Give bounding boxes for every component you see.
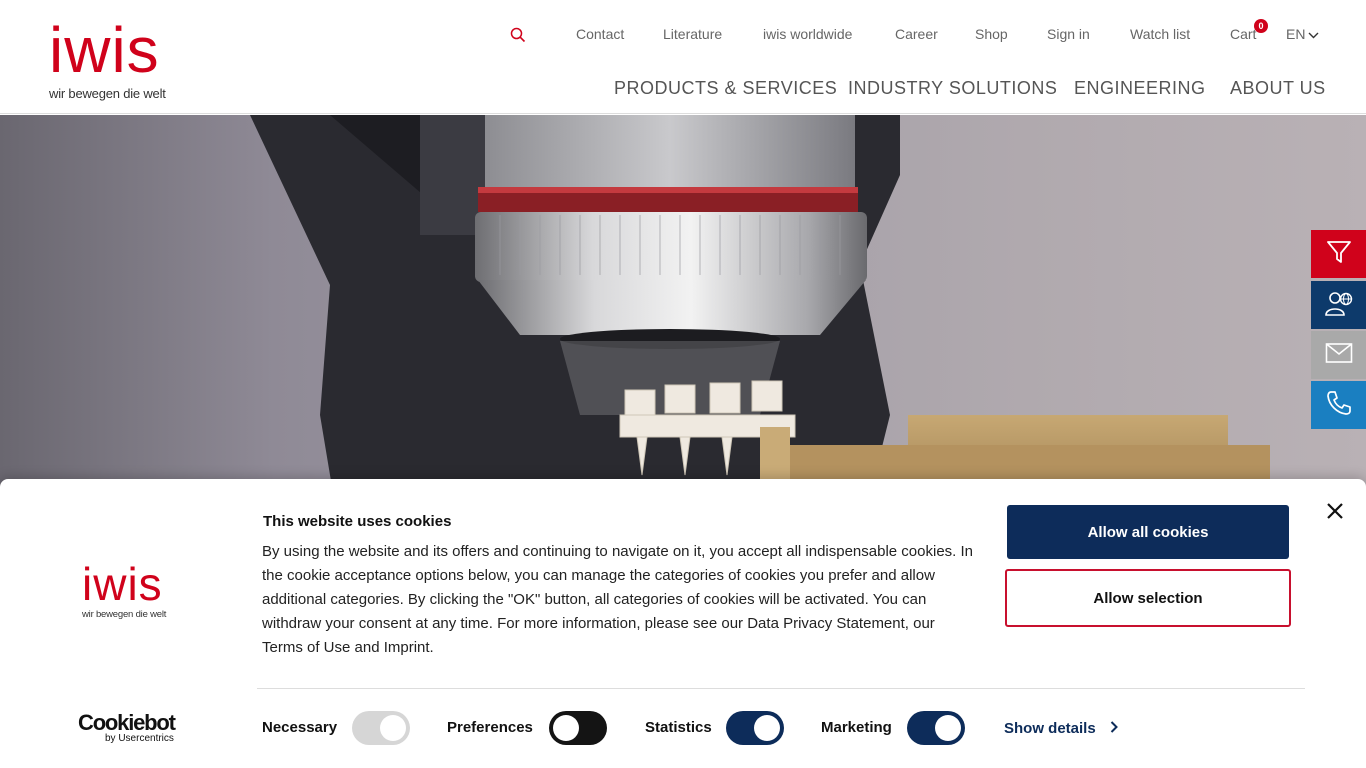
side-contact-person-button[interactable] <box>1311 281 1366 329</box>
cookiebot-subtitle: by Usercentrics <box>105 733 174 744</box>
toggle-marketing[interactable] <box>907 711 965 745</box>
top-link-career[interactable]: Career <box>895 26 938 42</box>
top-link-contact[interactable]: Contact <box>576 26 624 42</box>
toggle-label-necessary: Necessary <box>262 719 338 736</box>
cookie-consent-dialog: iwis wir bewegen die welt This website u… <box>0 479 1366 768</box>
language-selector[interactable]: EN <box>1286 26 1319 42</box>
toggle-knob <box>754 715 780 741</box>
chevron-right-icon <box>1110 720 1118 737</box>
language-label: EN <box>1286 26 1306 42</box>
top-link-watch-list[interactable]: Watch list <box>1130 26 1190 42</box>
logo-wordmark: iwis <box>49 14 160 86</box>
allow-all-cookies-button[interactable]: Allow all cookies <box>1007 505 1289 559</box>
top-link-worldwide[interactable]: iwis worldwide <box>763 26 852 42</box>
nav-industry-solutions[interactable]: INDUSTRY SOLUTIONS <box>848 78 1057 99</box>
nav-about-us[interactable]: ABOUT US <box>1230 78 1326 99</box>
cookie-dialog-title: This website uses cookies <box>263 513 452 530</box>
toggle-label-statistics: Statistics <box>645 719 712 736</box>
side-phone-button[interactable] <box>1311 381 1366 429</box>
cookiebot-logo[interactable]: Cookiebot by Usercentrics <box>78 710 176 744</box>
person-globe-icon <box>1324 289 1354 322</box>
iwis-logo[interactable]: iwis wir bewegen die welt <box>49 14 174 102</box>
chevron-down-icon <box>1308 26 1319 42</box>
top-link-shop[interactable]: Shop <box>975 26 1008 42</box>
top-link-literature[interactable]: Literature <box>663 26 722 42</box>
toggle-label-preferences: Preferences <box>447 719 533 736</box>
toggle-statistics[interactable] <box>726 711 784 745</box>
side-email-button[interactable] <box>1311 331 1366 379</box>
nav-engineering[interactable]: ENGINEERING <box>1074 78 1206 99</box>
site-header: iwis wir bewegen die welt Contact Litera… <box>0 0 1366 114</box>
cookie-dialog-body: By using the website and its offers and … <box>262 543 974 656</box>
filter-icon <box>1325 238 1353 271</box>
cart-count-badge: 0 <box>1254 19 1268 33</box>
toggle-label-marketing: Marketing <box>821 719 892 736</box>
show-details-link[interactable]: Show details <box>1004 720 1118 737</box>
toggle-necessary <box>352 711 410 745</box>
top-link-sign-in[interactable]: Sign in <box>1047 26 1090 42</box>
divider <box>257 688 1305 689</box>
toggle-knob <box>553 715 579 741</box>
cookie-dialog-logo: iwis wir bewegen die welt <box>82 558 167 620</box>
side-filter-button[interactable] <box>1311 230 1366 278</box>
logo-tagline: wir bewegen die welt <box>49 86 166 101</box>
logo-tagline: wir bewegen die welt <box>82 609 167 620</box>
allow-selection-button[interactable]: Allow selection <box>1005 569 1291 627</box>
logo-wordmark: iwis <box>82 558 163 610</box>
cookiebot-wordmark: Cookiebot <box>78 710 176 735</box>
nav-products-services[interactable]: PRODUCTS & SERVICES <box>614 78 837 99</box>
close-icon[interactable] <box>1325 501 1345 521</box>
top-link-cart[interactable]: Cart <box>1230 26 1256 42</box>
phone-icon <box>1325 389 1353 422</box>
toggle-knob <box>380 715 406 741</box>
toggle-preferences[interactable] <box>549 711 607 745</box>
envelope-icon <box>1325 342 1353 369</box>
search-icon[interactable] <box>510 27 526 43</box>
show-details-label: Show details <box>1004 720 1096 737</box>
toggle-knob <box>935 715 961 741</box>
